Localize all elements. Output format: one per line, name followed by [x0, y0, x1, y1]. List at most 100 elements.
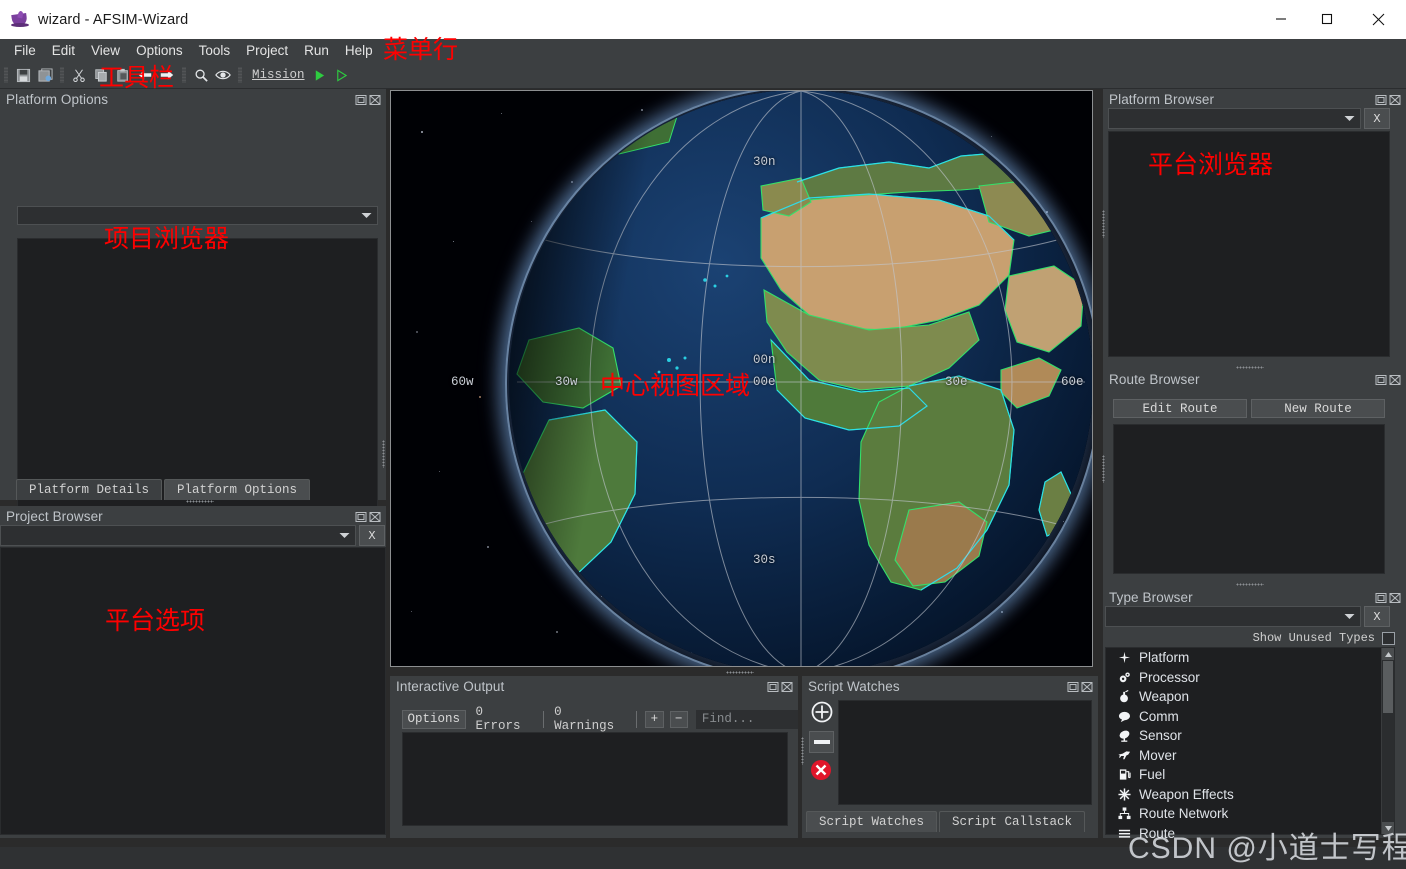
panel-title-buttons [1375, 374, 1406, 386]
clear-watches-button[interactable] [810, 759, 832, 784]
add-watch-button[interactable] [810, 700, 834, 727]
script-watches-list[interactable] [838, 700, 1092, 805]
float-icon[interactable] [1375, 94, 1387, 106]
run-icon[interactable] [309, 64, 331, 86]
type-item-processor[interactable]: Processor [1106, 668, 1381, 688]
type-browser-clear-button[interactable]: X [1364, 606, 1390, 627]
show-unused-types-checkbox[interactable] [1382, 631, 1395, 645]
weapon-effects-icon [1115, 788, 1133, 801]
type-item-label: Weapon Effects [1139, 786, 1234, 802]
toolbar-grip[interactable] [182, 67, 186, 83]
cut-icon[interactable] [68, 64, 90, 86]
float-icon[interactable] [767, 681, 779, 693]
mission-selector[interactable]: Mission [248, 66, 309, 84]
annotation-platform-browser: 平台浏览器 [1148, 151, 1274, 179]
menu-item-run[interactable]: Run [296, 41, 337, 60]
type-browser-scrollbar[interactable] [1381, 648, 1394, 834]
tab-platform-options[interactable]: Platform Options [164, 479, 311, 500]
project-browser-clear-button[interactable]: X [359, 525, 385, 546]
interactive-output-toolbar: Options 0 Errors 0 Warnings + − Find... [402, 705, 799, 733]
splitter-handle[interactable] [690, 669, 790, 676]
output-find-input[interactable]: Find... [695, 709, 799, 729]
output-options-button[interactable]: Options [402, 709, 466, 729]
splitter-handle[interactable] [150, 498, 250, 505]
scroll-thumb[interactable] [1383, 661, 1393, 713]
search-icon[interactable] [190, 64, 212, 86]
float-icon[interactable] [355, 94, 367, 106]
type-item-weapon[interactable]: Weapon [1106, 687, 1381, 707]
project-browser-combo[interactable] [0, 525, 356, 546]
route-browser-list[interactable] [1113, 424, 1385, 574]
close-icon[interactable] [1350, 0, 1406, 38]
close-panel-icon[interactable] [781, 681, 793, 693]
run-alt-icon[interactable] [331, 64, 353, 86]
fuel-icon [1115, 768, 1133, 781]
close-panel-icon[interactable] [369, 511, 381, 523]
panel-resize-handle[interactable] [380, 439, 387, 469]
close-panel-icon[interactable] [1389, 592, 1401, 604]
menu-item-edit[interactable]: Edit [44, 41, 83, 60]
close-panel-icon[interactable] [1389, 374, 1401, 386]
type-item-fuel[interactable]: Fuel [1106, 765, 1381, 785]
toolbar-grip[interactable] [238, 67, 242, 83]
wizard-hat-icon [11, 10, 29, 29]
tool-bar: Mission [0, 62, 1406, 89]
panel-resize-handle[interactable] [1100, 454, 1107, 484]
panel-title-buttons [1067, 681, 1098, 693]
minimize-icon[interactable] [1258, 0, 1304, 38]
output-expand-button[interactable]: + [645, 710, 664, 728]
close-panel-icon[interactable] [369, 94, 381, 106]
type-item-comm[interactable]: Comm [1106, 707, 1381, 727]
type-item-mover[interactable]: Mover [1106, 746, 1381, 766]
scroll-up-arrow-icon[interactable] [1382, 648, 1394, 660]
project-browser-tree[interactable] [0, 547, 386, 835]
show-unused-types-row[interactable]: Show Unused Types [1105, 630, 1395, 646]
tab-script-callstack[interactable]: Script Callstack [939, 811, 1086, 832]
tab-script-watches[interactable]: Script Watches [806, 811, 938, 832]
type-browser-panel: Type Browser X Show Unused Types Platfor… [1103, 587, 1406, 841]
new-route-button[interactable]: New Route [1251, 399, 1385, 418]
platform-browser-clear-button[interactable]: X [1364, 108, 1390, 129]
type-browser-list[interactable]: Platform Processor Weapon Comm Sensor Mo… [1105, 647, 1395, 841]
edit-route-button[interactable]: Edit Route [1113, 399, 1247, 418]
save-icon[interactable] [12, 64, 34, 86]
platform-browser-combo[interactable] [1108, 108, 1361, 129]
weapon-icon [1115, 690, 1133, 703]
panel-resize-handle[interactable] [1100, 209, 1107, 239]
menu-item-help[interactable]: Help [337, 41, 381, 60]
panel-title-buttons [1375, 94, 1406, 106]
close-panel-icon[interactable] [1389, 94, 1401, 106]
float-icon[interactable] [1067, 681, 1079, 693]
save-all-icon[interactable] [34, 64, 56, 86]
output-collapse-button[interactable]: − [669, 710, 688, 728]
float-icon[interactable] [355, 511, 367, 523]
interactive-output-text[interactable] [402, 732, 788, 826]
menu-item-project[interactable]: Project [238, 41, 296, 60]
type-item-sensor[interactable]: Sensor [1106, 726, 1381, 746]
panel-title-bar: Interactive Output [390, 676, 798, 697]
toolbar-grip[interactable] [4, 67, 8, 83]
type-browser-combo[interactable] [1105, 606, 1361, 627]
type-item-platform[interactable]: Platform [1106, 648, 1381, 668]
menu-item-file[interactable]: File [6, 41, 44, 60]
type-item-route-network[interactable]: Route Network [1106, 804, 1381, 824]
type-item-weapon-effects[interactable]: Weapon Effects [1106, 785, 1381, 805]
tab-platform-details[interactable]: Platform Details [16, 479, 163, 500]
float-icon[interactable] [1375, 592, 1387, 604]
menu-item-tools[interactable]: Tools [191, 41, 239, 60]
float-icon[interactable] [1375, 374, 1387, 386]
maximize-icon[interactable] [1304, 0, 1350, 38]
geo-label-30w: 30w [555, 375, 578, 389]
geo-label-30e: 30e [945, 375, 968, 389]
platform-tabs: Platform Details Platform Options [16, 477, 312, 500]
annotation-toolbar: 工具栏 [99, 64, 175, 92]
close-panel-icon[interactable] [1081, 681, 1093, 693]
panel-resize-handle[interactable] [799, 736, 806, 766]
platform-icon [1115, 651, 1133, 664]
panel-title-text: Script Watches [808, 679, 900, 694]
remove-watch-button[interactable] [809, 731, 834, 753]
eye-icon[interactable] [212, 64, 234, 86]
panel-title-buttons [1375, 592, 1406, 604]
annotation-center-view: 中心视图区域 [600, 372, 751, 400]
toolbar-grip[interactable] [60, 67, 64, 83]
